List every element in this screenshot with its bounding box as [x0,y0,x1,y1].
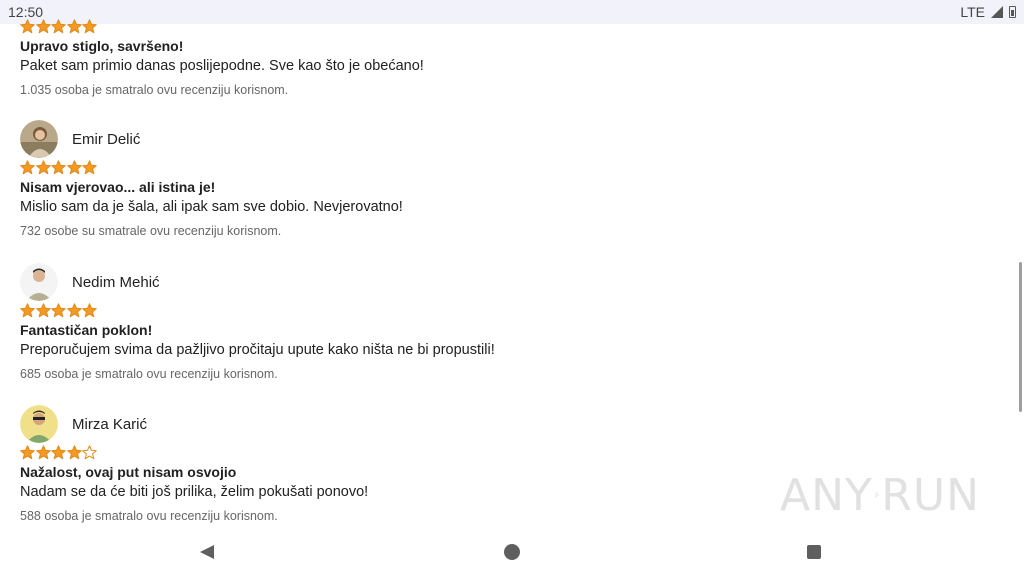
review-title: Fantastičan poklon! [20,322,153,338]
recents-icon[interactable] [807,545,821,559]
author-name: Emir Delić [72,130,141,148]
review-author: Nedim Mehić [20,262,1000,302]
review-title: Nisam vjerovao... ali istina je! [20,179,216,195]
avatar [20,120,58,158]
star-filled-icon [66,444,82,459]
star-filled-icon [20,444,35,459]
star-filled-icon [51,302,66,317]
rating-stars [20,18,1000,34]
review-title: Upravo stiglo, savršeno! [20,38,184,54]
review-helpful-count: 1.035 osoba je smatralo ovu recenziju ko… [20,83,289,97]
home-icon[interactable] [504,544,520,560]
review-author: Mirza Karić [20,404,1000,444]
star-filled-icon [35,302,51,317]
author-name: Mirza Karić [72,415,148,433]
watermark-text-right: RUN [881,469,980,521]
review-helpful-count: 732 osobe su smatrale ovu recenziju kori… [20,224,282,238]
star-filled-icon [35,18,51,33]
review-item: Nedim Mehić Fantastičan poklon! Preporuč… [20,262,1000,382]
star-filled-icon [82,159,97,174]
review-body: Preporučujem svima da pažljivo pročitaju… [20,342,495,358]
back-icon[interactable] [200,545,214,559]
scrollbar[interactable] [1019,262,1022,412]
avatar [20,263,58,301]
star-filled-icon [51,159,66,174]
review-helpful-count: 685 osoba je smatralo ovu recenziju kori… [20,367,278,381]
review-author: Emir Delić [20,119,1000,159]
anyrun-watermark: ANY RUN [780,462,980,528]
signal-icon [991,6,1003,18]
play-logo-icon [875,492,880,498]
star-filled-icon [82,302,97,317]
navigation-bar [0,528,1024,576]
star-empty-icon [82,444,97,459]
review-body: Paket sam primio danas poslijepodne. Sve… [20,58,424,74]
star-filled-icon [66,302,82,317]
star-filled-icon [35,159,51,174]
review-body: Mislio sam da je šala, ali ipak sam sve … [20,199,403,215]
author-name: Nedim Mehić [72,273,160,291]
star-filled-icon [51,444,66,459]
star-filled-icon [20,302,35,317]
battery-icon [1009,6,1016,18]
star-filled-icon [66,159,82,174]
star-filled-icon [20,159,35,174]
star-filled-icon [20,18,35,33]
star-filled-icon [82,18,97,33]
star-filled-icon [66,18,82,33]
rating-stars [20,444,1000,460]
star-filled-icon [51,18,66,33]
avatar [20,405,58,443]
review-item: Emir Delić Nisam vjerovao... ali istina … [20,119,1000,239]
review-item: Upravo stiglo, savršeno! Paket sam primi… [20,18,1000,98]
rating-stars [20,302,1000,318]
rating-stars [20,159,1000,175]
star-filled-icon [35,444,51,459]
watermark-text-left: ANY [780,469,873,521]
